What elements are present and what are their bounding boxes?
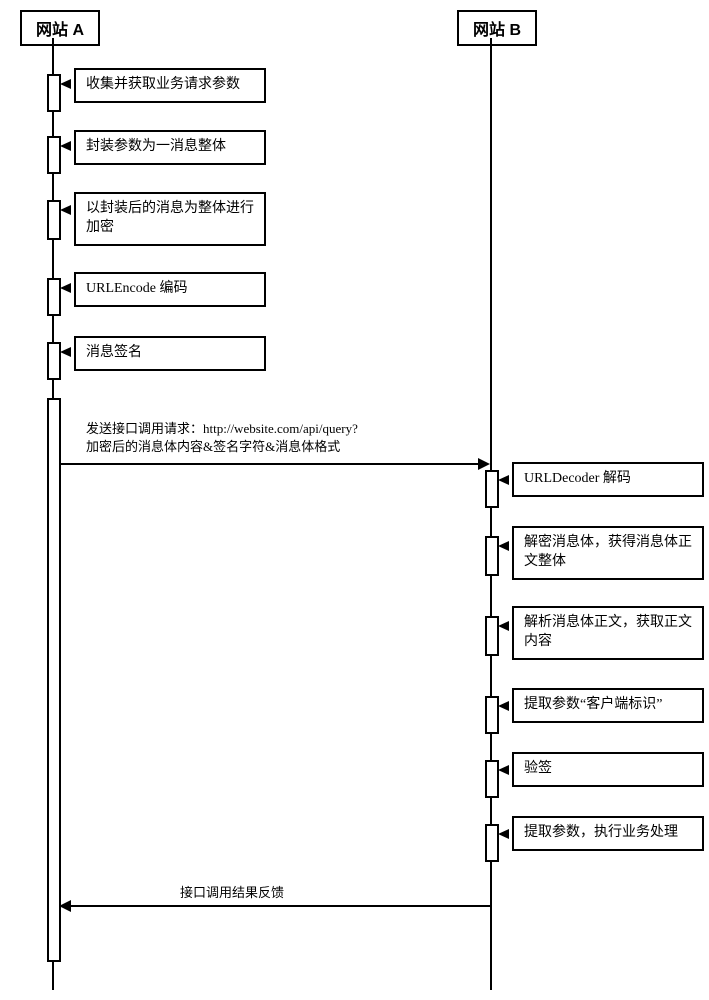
request-line1: 发送接口调用请求：http://website.com/api/query? xyxy=(86,420,446,438)
step-b-1-text: URLDecoder 解码 xyxy=(524,471,631,486)
request-arrow-head-icon xyxy=(478,458,490,470)
sequence-diagram: 网站 A 网站 B 收集并获取业务请求参数 封装参数为一消息整体 以封装后的消息… xyxy=(0,0,709,1000)
step-a-1-text: 收集并获取业务请求参数 xyxy=(86,77,240,92)
request-line2: 加密后的消息体内容&签名字符&消息体格式 xyxy=(86,438,446,456)
step-b-2: 解密消息体，获得消息体正文整体 xyxy=(512,526,704,580)
step-a-5-text: 消息签名 xyxy=(86,345,142,360)
step-b-6: 提取参数，执行业务处理 xyxy=(512,816,704,851)
response-arrow-head-icon xyxy=(59,900,71,912)
activation-a-main xyxy=(47,398,61,962)
step-b-3-text: 解析消息体正文，获取正文内容 xyxy=(524,615,692,649)
step-a-4: URLEncode 编码 xyxy=(74,272,266,307)
arrow-self-b-6 xyxy=(498,829,509,839)
response-text: 接口调用结果反馈 xyxy=(180,885,284,900)
arrow-self-b-5 xyxy=(498,765,509,775)
arrow-self-b-1 xyxy=(498,475,509,485)
activation-b-2 xyxy=(485,536,499,576)
activation-b-6 xyxy=(485,824,499,862)
arrow-self-b-3 xyxy=(498,621,509,631)
response-arrow-shaft xyxy=(70,905,490,907)
step-a-4-text: URLEncode 编码 xyxy=(86,281,187,296)
activation-a-1 xyxy=(47,74,61,112)
step-b-4-text: 提取参数“客户端标识” xyxy=(524,697,662,712)
activation-b-4 xyxy=(485,696,499,734)
arrow-self-a-1 xyxy=(60,79,71,89)
step-a-1: 收集并获取业务请求参数 xyxy=(74,68,266,103)
activation-a-2 xyxy=(47,136,61,174)
arrow-self-b-2 xyxy=(498,541,509,551)
step-b-5: 验签 xyxy=(512,752,704,787)
activation-b-3 xyxy=(485,616,499,656)
arrow-self-a-5 xyxy=(60,347,71,357)
step-a-2: 封装参数为一消息整体 xyxy=(74,130,266,165)
step-b-3: 解析消息体正文，获取正文内容 xyxy=(512,606,704,660)
activation-a-4 xyxy=(47,278,61,316)
arrow-self-a-4 xyxy=(60,283,71,293)
step-a-3: 以封装后的消息为整体进行加密 xyxy=(74,192,266,246)
step-a-3-text: 以封装后的消息为整体进行加密 xyxy=(86,201,254,235)
step-b-2-text: 解密消息体，获得消息体正文整体 xyxy=(524,535,692,569)
activation-b-1 xyxy=(485,470,499,508)
step-b-5-text: 验签 xyxy=(524,761,552,776)
arrow-self-a-2 xyxy=(60,141,71,151)
arrow-self-b-4 xyxy=(498,701,509,711)
step-a-5: 消息签名 xyxy=(74,336,266,371)
step-b-4: 提取参数“客户端标识” xyxy=(512,688,704,723)
activation-b-5 xyxy=(485,760,499,798)
response-label: 接口调用结果反馈 xyxy=(180,884,284,902)
step-a-2-text: 封装参数为一消息整体 xyxy=(86,139,226,154)
participant-b-label: 网站 B xyxy=(473,22,521,39)
participant-a-label: 网站 A xyxy=(36,22,84,39)
step-b-1: URLDecoder 解码 xyxy=(512,462,704,497)
participant-b: 网站 B xyxy=(457,10,537,46)
request-arrow-shaft xyxy=(59,463,481,465)
request-label: 发送接口调用请求：http://website.com/api/query? 加… xyxy=(86,420,446,455)
arrow-self-a-3 xyxy=(60,205,71,215)
participant-a: 网站 A xyxy=(20,10,100,46)
activation-a-3 xyxy=(47,200,61,240)
step-b-6-text: 提取参数，执行业务处理 xyxy=(524,825,678,840)
activation-a-5 xyxy=(47,342,61,380)
